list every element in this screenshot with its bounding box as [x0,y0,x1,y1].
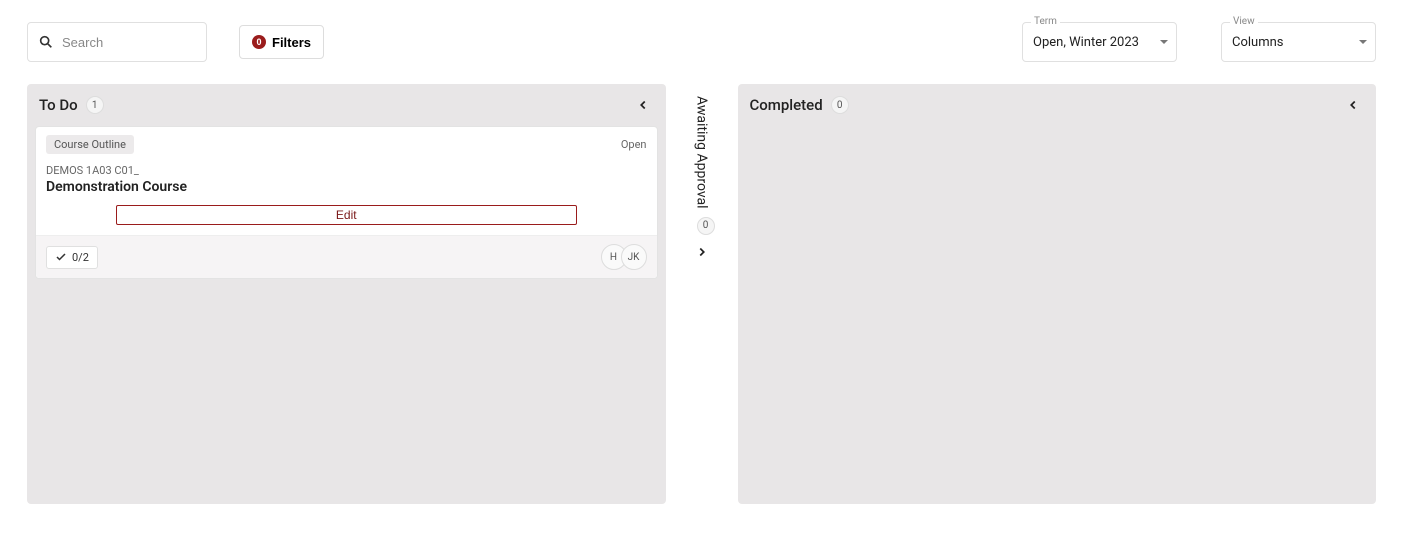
chevron-left-icon [1346,98,1360,112]
column-title: Completed [750,96,823,114]
avatars: H JK [601,244,647,270]
edit-button[interactable]: Edit [116,205,577,225]
column-completed: Completed 0 [738,84,1377,504]
board: To Do 1 Course Outline Open DEMOS 1A03 C… [0,84,1403,524]
column-title: To Do [39,96,78,114]
count-badge: 1 [86,96,104,114]
column-header-completed: Completed 0 [738,84,1377,126]
chevron-right-icon [695,245,709,259]
view-label: View [1230,16,1258,27]
avatar[interactable]: JK [621,244,647,270]
collapse-button[interactable] [632,94,654,116]
expand-button[interactable] [691,241,713,267]
collapse-button[interactable] [1342,94,1364,116]
chevron-down-icon [1160,40,1168,44]
checklist-count: 0/2 [72,251,89,264]
filters-count-badge: 0 [252,35,266,49]
search-field[interactable] [27,22,207,62]
card-header: Course Outline Open [36,127,657,160]
column-todo: To Do 1 Course Outline Open DEMOS 1A03 C… [27,84,666,504]
search-input[interactable] [60,34,196,51]
term-select[interactable]: Term Open, Winter 2023 [1022,22,1177,62]
term-value: Open, Winter 2023 [1033,35,1139,50]
course-code: DEMOS 1A03 C01_ [36,160,657,177]
checklist-pill[interactable]: 0/2 [46,246,98,269]
count-badge: 0 [697,217,715,235]
card-tag: Course Outline [46,135,134,154]
view-value: Columns [1232,35,1284,50]
chevron-left-icon [636,98,650,112]
toolbar: 0 Filters Term Open, Winter 2023 View Co… [0,0,1403,84]
course-card[interactable]: Course Outline Open DEMOS 1A03 C01_ Demo… [35,126,658,279]
term-label: Term [1031,16,1060,27]
filters-label: Filters [272,35,311,50]
check-icon [55,251,67,263]
filters-button[interactable]: 0 Filters [239,25,324,59]
course-title: Demonstration Course [36,177,657,205]
card-footer: 0/2 H JK [36,235,657,278]
count-badge: 0 [831,96,849,114]
view-select[interactable]: View Columns [1221,22,1376,62]
column-header-todo: To Do 1 [27,84,666,126]
search-icon [38,34,54,50]
card-status: Open [621,138,647,151]
chevron-down-icon [1359,40,1367,44]
column-title: Awaiting Approval [694,96,710,209]
column-awaiting-approval: Awaiting Approval 0 [684,84,720,504]
